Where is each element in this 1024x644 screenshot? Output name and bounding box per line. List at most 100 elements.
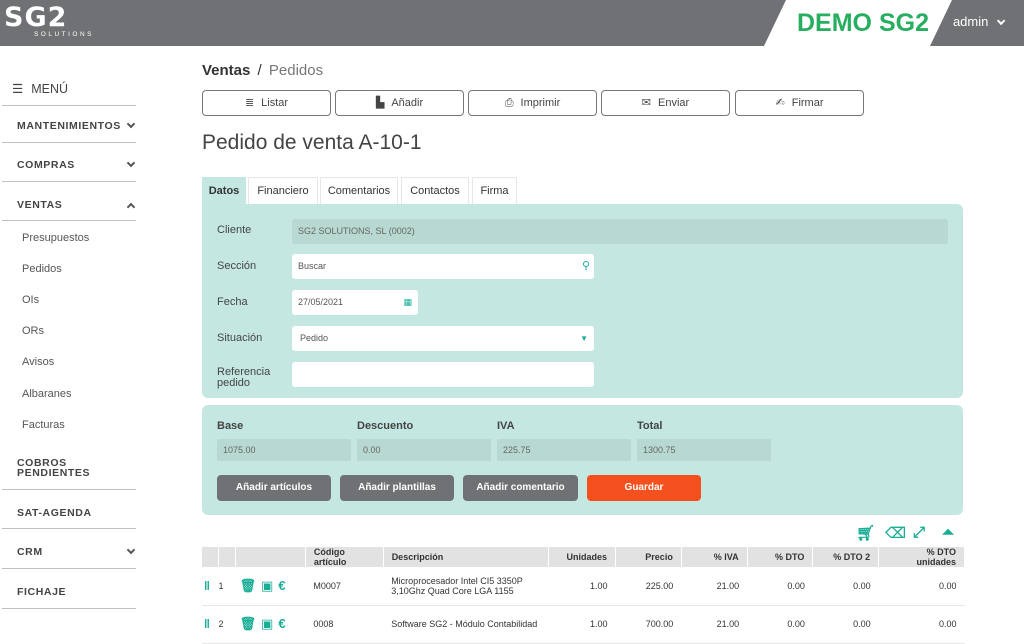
- euro-icon[interactable]: €: [278, 616, 285, 631]
- sidebar-item-fichaje[interactable]: FICHAJE: [17, 586, 66, 598]
- cell-iva: 21.00: [681, 567, 748, 606]
- enviar-label: Enviar: [658, 97, 690, 109]
- cell-units: 1.00: [548, 605, 616, 644]
- col-code[interactable]: Código artículo: [305, 547, 384, 567]
- situacion-label: Situación: [217, 332, 263, 344]
- col-actions: [235, 547, 306, 567]
- cart-plus-icon[interactable]: 🛒︎: [856, 524, 875, 542]
- image-icon[interactable]: ▣: [261, 616, 273, 631]
- add-templates-button[interactable]: Añadir plantillas: [340, 475, 454, 501]
- col-dto2[interactable]: % DTO 2: [812, 547, 880, 567]
- tab-comentarios[interactable]: Comentarios: [320, 177, 398, 204]
- expand-icon[interactable]: ⤢: [913, 524, 925, 541]
- anadir-label: Añadir: [391, 97, 424, 109]
- tab-firma[interactable]: Firma: [472, 177, 517, 204]
- sidebar-item-avisos[interactable]: Avisos: [22, 356, 54, 368]
- descuento-value: 0.00: [357, 439, 491, 461]
- enviar-button[interactable]: ✉ Enviar: [601, 90, 730, 116]
- tab-financiero[interactable]: Financiero: [248, 177, 318, 204]
- sg2-logo[interactable]: SG2 SOLUTIONS: [4, 4, 96, 42]
- col-description[interactable]: Descripción: [383, 547, 550, 567]
- fecha-date-input[interactable]: 27/05/2021 ▦: [292, 290, 418, 315]
- sidebar-item-compras[interactable]: COMPRAS: [17, 158, 136, 171]
- descuento-label: Descuento: [357, 420, 414, 432]
- drag-handle-icon[interactable]: ‖: [202, 605, 219, 644]
- sidebar-item-label: CRM: [17, 546, 43, 558]
- list-icon: ≣: [244, 97, 255, 109]
- divider: [2, 568, 136, 569]
- cell-units: 1.00: [548, 567, 616, 606]
- sidebar-item-presupuestos[interactable]: Presupuestos: [22, 232, 89, 244]
- collapse-up-icon[interactable]: ⏶: [942, 524, 954, 541]
- tab-datos[interactable]: Datos: [202, 177, 246, 204]
- trash-icon[interactable]: 🗑︎: [240, 578, 257, 593]
- col-units[interactable]: Unidades: [548, 547, 616, 567]
- imprimir-button[interactable]: ⎙ Imprimir: [468, 90, 597, 116]
- search-icon[interactable]: ⚲: [582, 254, 590, 279]
- table-row[interactable]: ‖ 1 🗑︎ ▣ € M0007 Microprocesador Intel CI5…: [202, 567, 965, 606]
- base-label: Base: [217, 420, 244, 432]
- sidebar-item-ois[interactable]: OIs: [22, 294, 39, 306]
- trash-icon[interactable]: 🗑︎: [240, 616, 257, 631]
- anadir-button[interactable]: ▙ Añadir: [335, 90, 464, 116]
- col-iva[interactable]: % IVA: [681, 547, 748, 567]
- drag-handle-icon[interactable]: ‖: [202, 567, 219, 606]
- sidebar-item-crm[interactable]: CRM: [17, 545, 136, 558]
- total-label: Total: [637, 420, 663, 432]
- euro-icon[interactable]: €: [278, 578, 285, 593]
- referencia-input[interactable]: [292, 362, 594, 387]
- sidebar-item-sat-agenda[interactable]: SAT-AGENDA: [17, 507, 92, 519]
- menu-toggle[interactable]: ☰ MENÚ: [12, 81, 68, 96]
- print-icon: ⎙: [504, 97, 514, 109]
- sidebar-item-facturas[interactable]: Facturas: [22, 419, 65, 431]
- chevron-down-icon: [996, 16, 1006, 26]
- description-line1: Software SG2 - Módulo Contabilidad: [391, 619, 538, 629]
- description-line1: Microprocesador Intel CI5 3350P: [391, 575, 523, 586]
- cell-price: 225.00: [615, 567, 682, 606]
- breadcrumb-section[interactable]: Ventas: [202, 62, 250, 79]
- chevron-down-icon: [126, 119, 136, 129]
- base-value: 1075.00: [217, 439, 351, 461]
- table-row[interactable]: ‖ 2 🗑︎ ▣ € 0008 Software SG2 - Módulo Cont…: [202, 605, 965, 644]
- calendar-icon[interactable]: ▦: [403, 290, 412, 315]
- divider: [2, 142, 136, 143]
- cell-dto-units: 0.00: [878, 567, 965, 606]
- sidebar-item-mantenimientos[interactable]: MANTENIMIENTOS: [17, 119, 136, 132]
- eraser-icon[interactable]: ⌫: [885, 524, 906, 542]
- seccion-placeholder: Buscar: [298, 261, 327, 271]
- sidebar-item-ors[interactable]: ORs: [22, 325, 44, 337]
- col-dto-units[interactable]: % DTO unidades: [878, 547, 965, 567]
- divider: [2, 220, 136, 221]
- hamburger-icon: ☰: [12, 82, 24, 96]
- col-dto[interactable]: % DTO: [747, 547, 814, 567]
- situacion-select[interactable]: Pedido ▼: [292, 326, 594, 351]
- image-icon[interactable]: ▣: [261, 578, 273, 593]
- sidebar-item-pedidos[interactable]: Pedidos: [22, 263, 62, 275]
- col-price[interactable]: Precio: [615, 547, 682, 567]
- tab-contactos[interactable]: Contactos: [401, 177, 469, 204]
- situacion-value: Pedido: [300, 333, 329, 343]
- file-icon: ▙: [375, 97, 385, 109]
- divider: [2, 489, 136, 490]
- add-articles-button[interactable]: Añadir artículos: [217, 475, 331, 501]
- sidebar-item-label: COMPRAS: [17, 159, 75, 171]
- envelope-icon: ✉: [641, 97, 652, 109]
- chevron-down-icon: [126, 158, 136, 168]
- demo-banner: DEMO SG2: [764, 0, 952, 46]
- save-button[interactable]: Guardar: [587, 475, 701, 501]
- sidebar-item-albaranes[interactable]: Albaranes: [22, 388, 72, 400]
- sidebar-item-ventas[interactable]: VENTAS: [17, 199, 136, 212]
- breadcrumb-current: Pedidos: [268, 62, 324, 79]
- referencia-label: Referencia pedido: [217, 367, 270, 389]
- row-actions: 🗑︎ ▣ €: [235, 567, 306, 606]
- listar-button[interactable]: ≣ Listar: [202, 90, 331, 116]
- description-line2: 3,10Ghz Quad Core LGA 1155: [391, 585, 514, 596]
- firmar-button[interactable]: ✍ Firmar: [735, 90, 864, 116]
- cliente-field: SG2 SOLUTIONS, SL (0002): [292, 219, 948, 244]
- sidebar-item-cobros-pendientes[interactable]: COBROS PENDIENTES: [17, 458, 117, 479]
- seccion-search-input[interactable]: Buscar ⚲: [292, 254, 594, 279]
- fecha-label: Fecha: [217, 296, 248, 308]
- cell-description: Software SG2 - Módulo Contabilidad: [383, 605, 549, 644]
- add-comment-button[interactable]: Añadir comentario: [463, 475, 578, 501]
- user-menu[interactable]: admin: [953, 14, 1006, 29]
